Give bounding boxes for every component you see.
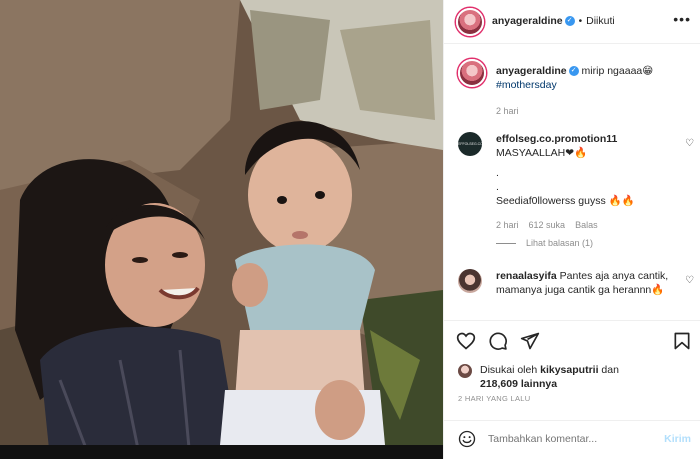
comment-input[interactable] [488,433,648,445]
comments-list[interactable]: anyageraldine ✓ mirip ngaaaa😁 #mothersday… [444,45,700,320]
comment-time: 2 hari [496,220,519,230]
caption-author-avatar[interactable] [458,59,486,87]
comment-meta: 2 hari 612 suka Balas [496,218,680,232]
caption-text-block: anyageraldine ✓ mirip ngaaaa😁 #mothersday… [496,64,680,118]
verified-badge-icon: ✓ [568,66,579,77]
comment-line: . [496,167,499,179]
comment-text-block: effolseg.co.promotion11 MASYAALLAH❤🔥 . .… [496,132,680,232]
comment-line: . [496,181,499,193]
comment-text-block: renaalasyifa Pantes aja anya cantik, mam… [496,269,680,297]
comment-like-heart-icon[interactable]: ♡ [685,138,694,149]
photo-bottom-strip [0,445,443,459]
more-horizontal-icon[interactable]: ••• [673,12,691,26]
emoji-icon[interactable] [458,430,476,448]
comment-like-heart-icon[interactable]: ♡ [685,275,694,286]
caption: anyageraldine ✓ mirip ngaaaa😁 #mothersday… [458,59,694,139]
comment-icon[interactable] [488,331,508,351]
caption-time: 2 hari [496,106,519,116]
commenter-avatar[interactable] [458,269,482,293]
comment-item: EFFOLSEG.CO effolseg.co.promotion11 MASY… [458,132,694,252]
likes-suffix[interactable]: lainnya [521,378,557,390]
heart-icon[interactable] [456,331,476,351]
hashtag-link[interactable]: #mothersday [496,79,557,91]
post-comment-button[interactable]: Kirim [664,433,691,445]
share-icon[interactable] [520,331,540,351]
view-replies-button[interactable]: Lihat balasan (1) [496,238,593,248]
add-comment-bar: Kirim [444,420,700,459]
post-actions: Disukai oleh kikysaputrii dan 218,609 la… [444,320,700,420]
caption-text: mirip ngaaaa😁 [581,65,654,77]
verified-badge-icon: ✓ [564,16,575,27]
post-header: anyageraldine ✓ • Diikuti ••• [444,0,700,44]
likes-text: Disukai oleh kikysaputrii dan 218,609 la… [480,363,680,391]
comment-item: renaalasyifa Pantes aja anya cantik, mam… [458,269,694,319]
post-date[interactable]: 2 HARI YANG LALU [458,394,530,403]
comment-line: Seediaf0llowerss guyss 🔥🔥 [496,195,635,207]
view-replies-label: Lihat balasan (1) [526,238,594,248]
reply-button[interactable]: Balas [575,220,598,230]
commenter-username[interactable]: renaalasyifa [496,270,557,282]
likes-middle: dan [601,364,619,376]
author-username[interactable]: anyageraldine [492,15,563,27]
commenter-avatar[interactable]: EFFOLSEG.CO [458,132,482,156]
separator-dot: • [578,16,583,27]
post-photo[interactable] [0,0,443,459]
replies-line-divider [496,243,516,245]
header-meta: anyageraldine ✓ • Diikuti [492,15,615,27]
commenter-username[interactable]: effolseg.co.promotion11 [496,133,617,145]
follow-state-button[interactable]: Diikuti [586,15,615,27]
liker-avatar[interactable] [458,364,472,378]
likes-count[interactable]: 218,609 [480,378,518,390]
comment-line: MASYAALLAH❤🔥 [496,147,588,159]
comment-likes[interactable]: 612 suka [529,220,566,230]
author-avatar[interactable] [456,8,484,36]
bookmark-icon[interactable] [672,331,692,351]
caption-username[interactable]: anyageraldine [496,65,567,77]
likes-prefix: Disukai oleh [480,364,538,376]
photo-illustration [0,0,443,459]
post-side-panel: anyageraldine ✓ • Diikuti ••• anyageraldine… [443,0,700,459]
liker-username[interactable]: kikysaputrii [540,364,598,376]
